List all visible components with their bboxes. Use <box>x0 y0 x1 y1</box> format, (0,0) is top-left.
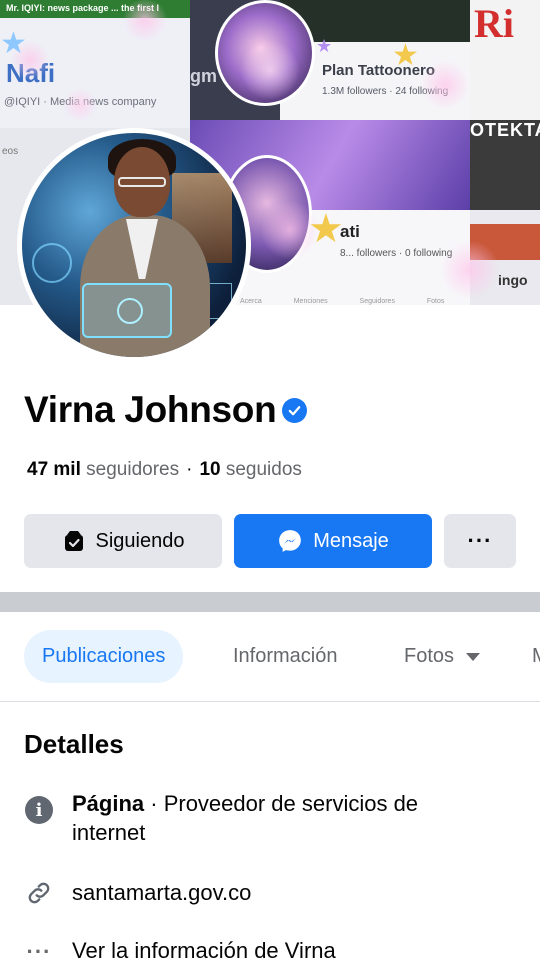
cover-tile-label: eos <box>2 146 19 157</box>
cover-tile-label: OTEKTA <box>470 120 540 140</box>
more-dots-icon: ··· <box>26 938 52 964</box>
cover-tile-label: ingo <box>498 272 528 288</box>
star-decoration: ★ <box>308 207 344 251</box>
sparkle-decoration <box>240 40 300 100</box>
detail-category-type: Página <box>72 791 145 816</box>
detail-website-link[interactable]: santamarta.gov.co <box>72 878 251 907</box>
tab-fotos[interactable]: Fotos <box>404 630 481 683</box>
tab-label: Información <box>233 645 338 667</box>
tab-label: Fotos <box>404 645 455 667</box>
profile-stats: 47 mil seguidores · 10 seguidos <box>27 459 302 481</box>
pp-ring <box>117 298 143 324</box>
cover-tile: Ri <box>470 0 540 120</box>
following-button-label: Siguiendo <box>95 529 185 552</box>
cover-tile-nav: Acerca Menciones Seguidores Fotos <box>240 298 445 305</box>
message-button[interactable]: Mensaje <box>234 514 432 568</box>
detail-category: i Página · Proveedor de servicios de int… <box>24 789 494 847</box>
sparkle-decoration <box>120 0 170 40</box>
detail-website[interactable]: santamarta.gov.co <box>24 878 251 908</box>
message-button-label: Mensaje <box>313 529 389 552</box>
tab-informacion[interactable]: Información <box>233 630 338 683</box>
tab-label: M <box>532 645 540 668</box>
cover-tile: OTEKTA <box>470 120 540 210</box>
star-decoration: ★ <box>392 39 419 72</box>
cover-tile-label: gm <box>190 66 217 86</box>
stats-separator: · <box>186 459 193 480</box>
profile-picture[interactable] <box>17 128 251 362</box>
pp-glasses <box>118 177 166 187</box>
star-decoration: ★ <box>0 27 27 60</box>
more-dots-icon: ··· <box>467 528 493 553</box>
pp-ui1 <box>32 243 72 283</box>
sparkle-decoration <box>420 60 470 110</box>
following-label: seguidos <box>225 459 302 480</box>
verified-badge-icon[interactable] <box>282 397 308 423</box>
tab-publicaciones[interactable]: Publicaciones <box>24 630 184 683</box>
info-icon: i <box>25 796 53 824</box>
detail-category-text: Página · Proveedor de servicios de inter… <box>72 789 494 847</box>
info-icon-wrapper: i <box>24 789 54 824</box>
following-count: 10 <box>199 459 221 480</box>
sparkle-decoration <box>60 90 100 120</box>
tab-label: Publicaciones <box>42 645 166 667</box>
following-check-icon <box>62 529 86 553</box>
profile-tabs: Publicaciones Información Fotos M <box>0 612 540 702</box>
cover-tile-subtitle: 8... followers · 0 following <box>340 248 453 259</box>
profile-picture-image <box>22 133 246 357</box>
sparkle-decoration <box>440 240 500 300</box>
cover-tile-logo: Ri <box>474 1 514 46</box>
followers-stat[interactable]: 47 mil seguidores <box>27 459 179 480</box>
section-divider <box>0 592 540 612</box>
tab-more[interactable]: M <box>532 630 540 683</box>
followers-label: seguidores <box>86 459 180 480</box>
following-button[interactable]: Siguiendo <box>24 514 222 568</box>
caret-down-icon <box>466 652 481 661</box>
link-icon <box>24 878 54 908</box>
profile-name: Virna Johnson <box>24 389 277 430</box>
star-decoration: ★ <box>316 36 333 56</box>
profile-name-row: Virna Johnson <box>24 389 308 431</box>
detail-see-more-label[interactable]: Ver la información de Virna <box>72 936 336 965</box>
followers-count: 47 mil <box>27 459 81 480</box>
following-stat[interactable]: 10 seguidos <box>199 459 301 480</box>
detail-see-more[interactable]: ··· Ver la información de Virna <box>24 936 336 966</box>
details-heading: Detalles <box>24 729 124 759</box>
messenger-icon <box>277 528 303 554</box>
more-options-button[interactable]: ··· <box>444 514 516 568</box>
